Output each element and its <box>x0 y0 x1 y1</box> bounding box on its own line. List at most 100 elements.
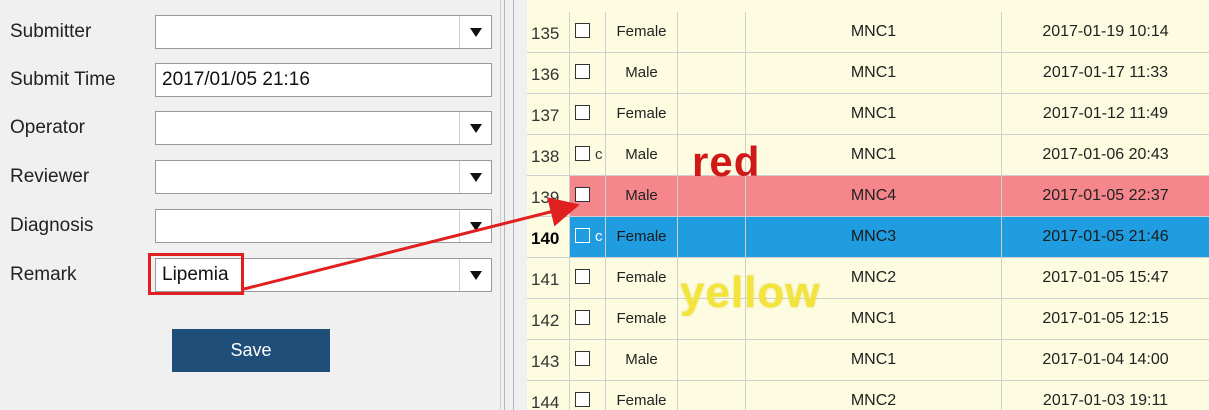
operator-dropdown[interactable] <box>155 111 492 145</box>
date-cell: 2017-01-05 22:37 <box>1002 176 1209 217</box>
table-row[interactable]: 138 c Male MNC1 2017-01-06 20:43 <box>527 135 1209 176</box>
blank-cell <box>678 53 746 94</box>
submitter-dropdown[interactable] <box>155 15 492 49</box>
row-checkbox-cell[interactable]: c <box>570 135 606 176</box>
operator-label: Operator <box>10 117 85 138</box>
checkbox-icon[interactable] <box>575 228 590 243</box>
gender-cell: Female <box>606 258 678 299</box>
splitter-line <box>513 0 514 410</box>
form-row-submitter: Submitter <box>0 15 500 55</box>
type-cell: MNC3 <box>746 217 1002 258</box>
blank-cell <box>678 340 746 381</box>
gender-cell: Female <box>606 12 678 53</box>
row-number: 141 <box>527 258 570 299</box>
type-cell: MNC1 <box>746 53 1002 94</box>
row-number: 143 <box>527 340 570 381</box>
sample-grid: 135 Female MNC1 2017-01-19 10:14 136 Mal… <box>527 0 1209 410</box>
gender-cell: Male <box>606 340 678 381</box>
row-checkbox-cell[interactable] <box>570 94 606 135</box>
table-row[interactable]: 144 Female MNC2 2017-01-03 19:11 <box>527 381 1209 410</box>
chevron-down-icon[interactable] <box>459 112 491 144</box>
checkbox-icon[interactable] <box>575 23 590 38</box>
chevron-down-icon[interactable] <box>459 16 491 48</box>
table-row[interactable]: 137 Female MNC1 2017-01-12 11:49 <box>527 94 1209 135</box>
checkbox-icon[interactable] <box>575 269 590 284</box>
row-checkbox-cell[interactable] <box>570 12 606 53</box>
row-number: 136 <box>527 53 570 94</box>
date-cell: 2017-01-05 12:15 <box>1002 299 1209 340</box>
blank-cell <box>678 94 746 135</box>
type-cell: MNC1 <box>746 340 1002 381</box>
table-row[interactable]: 136 Male MNC1 2017-01-17 11:33 <box>527 53 1209 94</box>
checkbox-icon[interactable] <box>575 64 590 79</box>
checkbox-icon[interactable] <box>575 392 590 407</box>
submitter-label: Submitter <box>10 21 92 42</box>
annotation-red-label: red <box>692 138 761 185</box>
gender-cell: Male <box>606 53 678 94</box>
blank-cell <box>678 381 746 410</box>
row-number: 140 <box>527 217 570 258</box>
checkbox-icon[interactable] <box>575 105 590 120</box>
date-cell: 2017-01-06 20:43 <box>1002 135 1209 176</box>
row-number: 142 <box>527 299 570 340</box>
date-cell: 2017-01-12 11:49 <box>1002 94 1209 135</box>
table-row-selected[interactable]: 140 c Female MNC3 2017-01-05 21:46 <box>527 217 1209 258</box>
row-extra: c <box>595 228 603 245</box>
row-number: 137 <box>527 94 570 135</box>
chevron-down-icon[interactable] <box>459 161 491 193</box>
type-cell: MNC2 <box>746 381 1002 410</box>
gender-cell: Male <box>606 176 678 217</box>
table-row-flagged-red[interactable]: 139 Male MNC4 2017-01-05 22:37 <box>527 176 1209 217</box>
gender-cell: Male <box>606 135 678 176</box>
form-row-diagnosis: Diagnosis <box>0 209 500 249</box>
row-number: 139 <box>527 176 570 217</box>
splitter-line <box>504 0 505 410</box>
row-checkbox-cell[interactable]: c <box>570 217 606 258</box>
date-cell: 2017-01-19 10:14 <box>1002 12 1209 53</box>
gender-cell: Female <box>606 299 678 340</box>
save-button[interactable]: Save <box>172 329 330 372</box>
table-row[interactable]: 143 Male MNC1 2017-01-04 14:00 <box>527 340 1209 381</box>
reviewer-dropdown[interactable] <box>155 160 492 194</box>
row-checkbox-cell[interactable] <box>570 299 606 340</box>
row-checkbox-cell[interactable] <box>570 258 606 299</box>
diagnosis-dropdown[interactable] <box>155 209 492 243</box>
annotation-yellow-label: yellow <box>680 268 821 317</box>
sample-form: Submitter Submit Time 2017/01/05 21:16 O… <box>0 0 500 410</box>
chevron-down-icon[interactable] <box>459 259 491 291</box>
reviewer-label: Reviewer <box>10 166 90 187</box>
row-extra: c <box>595 146 603 163</box>
checkbox-icon[interactable] <box>575 310 590 325</box>
diagnosis-label: Diagnosis <box>10 215 94 236</box>
checkbox-icon[interactable] <box>575 146 590 161</box>
table-row[interactable]: 142 Female MNC1 2017-01-05 12:15 <box>527 299 1209 340</box>
form-row-submit-time: Submit Time 2017/01/05 21:16 <box>0 63 500 103</box>
date-cell: 2017-01-05 21:46 <box>1002 217 1209 258</box>
submit-time-input[interactable]: 2017/01/05 21:16 <box>155 63 492 97</box>
date-cell: 2017-01-03 19:11 <box>1002 381 1209 410</box>
row-checkbox-cell[interactable] <box>570 176 606 217</box>
checkbox-icon[interactable] <box>575 187 590 202</box>
gender-cell: Female <box>606 94 678 135</box>
checkbox-icon[interactable] <box>575 351 590 366</box>
remark-label: Remark <box>10 264 77 285</box>
form-row-operator: Operator <box>0 111 500 151</box>
gender-cell: Female <box>606 381 678 410</box>
table-row[interactable]: 141 Female MNC2 2017-01-05 15:47 <box>527 258 1209 299</box>
submit-time-value: 2017/01/05 21:16 <box>162 69 310 90</box>
row-checkbox-cell[interactable] <box>570 340 606 381</box>
row-number: 138 <box>527 135 570 176</box>
panel-splitter[interactable] <box>500 0 527 410</box>
type-cell: MNC4 <box>746 176 1002 217</box>
row-checkbox-cell[interactable] <box>570 53 606 94</box>
form-row-remark: Remark Lipemia <box>0 258 500 298</box>
date-cell: 2017-01-05 15:47 <box>1002 258 1209 299</box>
type-cell: MNC1 <box>746 12 1002 53</box>
chevron-down-icon[interactable] <box>459 210 491 242</box>
date-cell: 2017-01-17 11:33 <box>1002 53 1209 94</box>
blank-cell <box>678 12 746 53</box>
submit-time-label: Submit Time <box>10 69 116 90</box>
row-checkbox-cell[interactable] <box>570 381 606 410</box>
table-row[interactable]: 135 Female MNC1 2017-01-19 10:14 <box>527 12 1209 53</box>
blank-cell <box>678 217 746 258</box>
